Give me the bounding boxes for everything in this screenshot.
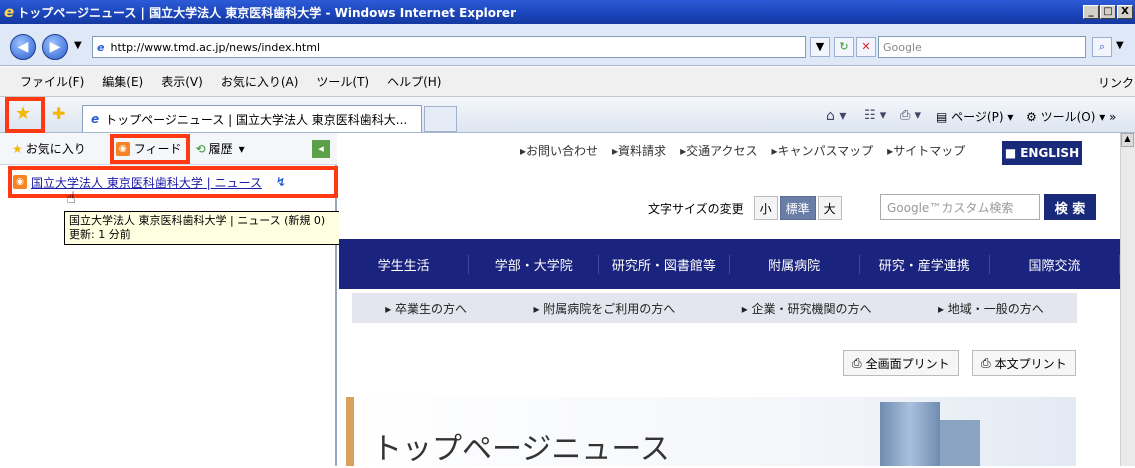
page-menu[interactable]: ▤ ページ(P) ▾ [936, 108, 1013, 125]
ie-logo-icon: e [4, 3, 15, 21]
history-dropdown-arrow-icon[interactable]: ▾ [239, 142, 245, 156]
tab-history[interactable]: 履歴 [209, 140, 233, 157]
subnav-hospital-users[interactable]: ▸ 附属病院をご利用の方へ [533, 300, 675, 317]
tab-favorites[interactable]: お気に入り [26, 140, 86, 157]
home-icon[interactable]: ⌂ ▾ [826, 108, 846, 124]
feeds-tab-highlight [110, 134, 190, 164]
link-contact[interactable]: ▸お問い合わせ [520, 142, 598, 159]
nav-student-life[interactable]: 学生生活 [339, 254, 470, 274]
tab-title: トップページニュース | 国立大学法人 東京医科歯科大... [105, 112, 408, 127]
add-favorites-icon[interactable]: ✚ [52, 104, 65, 123]
nav-research[interactable]: 研究・産学連携 [860, 254, 990, 274]
site-search-button[interactable]: 検 索 [1044, 194, 1096, 220]
link-request[interactable]: ▸資料請求 [612, 142, 666, 159]
page-icon: e [97, 40, 105, 54]
forward-button[interactable]: ▶ [42, 34, 68, 60]
site-search-placeholder: Google™カスタム検索 [887, 200, 1014, 215]
tooltip-line-1: 国立大学法人 東京医科歯科大学 | ニュース (新規 0) [69, 214, 326, 227]
tools-menu-label: ツール(O) [1040, 110, 1096, 124]
mouse-pointer-icon: ☝ [66, 188, 76, 207]
print-full-button[interactable]: ⎙ 全画面プリント [843, 350, 959, 376]
tools-menu[interactable]: ⚙ ツール(O) ▾ » [1026, 108, 1116, 125]
building-image-2 [940, 420, 980, 466]
window-titlebar: e トップページニュース | 国立大学法人 東京医科歯科大学 - Windows… [0, 0, 1135, 24]
nav-institutes[interactable]: 研究所・図書館等 [599, 254, 730, 274]
maximize-button[interactable]: □ [1100, 5, 1116, 19]
search-icon[interactable]: ⌕ [1092, 37, 1112, 57]
menu-edit[interactable]: 編集(E) [102, 73, 143, 90]
window-title: トップページニュース | 国立大学法人 東京医科歯科大学 - Windows I… [17, 5, 516, 20]
feeds-icon[interactable]: ☷ ▾ [864, 108, 886, 123]
menu-favorites[interactable]: お気に入り(A) [221, 73, 299, 90]
printer-icon: ⎙ [852, 355, 862, 370]
feed-tooltip: 国立大学法人 東京医科歯科大学 | ニュース (新規 0) 更新: 1 分前 [64, 211, 376, 245]
new-tab-button[interactable] [424, 106, 457, 132]
tab-page-icon: e [91, 112, 100, 126]
page-menu-icon: ▤ [936, 110, 952, 124]
hero-title: トップページニュース [372, 432, 670, 467]
nav-hospital[interactable]: 附属病院 [730, 254, 860, 274]
print-full-label: 全画面プリント [865, 356, 950, 371]
subnav-community[interactable]: ▸ 地域・一般の方へ [938, 300, 1044, 317]
vertical-scrollbar[interactable]: ▲ [1120, 133, 1135, 466]
search-placeholder: Google [883, 40, 922, 54]
english-square-icon: ■ [1004, 146, 1017, 160]
scroll-up-icon[interactable]: ▲ [1121, 133, 1134, 147]
tooltip-line-2: 更新: 1 分前 [69, 228, 131, 241]
main-navigation: 学生生活 学部・大学院 研究所・図書館等 附属病院 研究・産学連携 国際交流 [339, 239, 1121, 289]
favorites-star-icon[interactable]: ★ [15, 103, 31, 124]
search-options-icon[interactable]: ▼ [1116, 40, 1124, 51]
english-label: ENGLISH [1020, 146, 1080, 160]
close-window-button[interactable]: X [1117, 5, 1133, 19]
search-input[interactable]: Google [878, 36, 1086, 58]
site-search-input[interactable]: Google™カスタム検索 [880, 194, 1040, 220]
tab-active[interactable]: e トップページニュース | 国立大学法人 東京医科歯科大... [82, 105, 422, 132]
print-body-label: 本文プリント [994, 356, 1067, 371]
address-url: http://www.tmd.ac.jp/news/index.html [110, 40, 321, 54]
font-size-large[interactable]: 大 [817, 196, 842, 220]
menu-view[interactable]: 表示(V) [161, 73, 203, 90]
subnav-companies[interactable]: ▸ 企業・研究機関の方へ [742, 300, 872, 317]
font-size-small[interactable]: 小 [753, 196, 778, 220]
nav-international[interactable]: 国際交流 [990, 254, 1121, 274]
menu-bar: ファイル(F) 編集(E) 表示(V) お気に入り(A) ツール(T) ヘルプ(… [0, 67, 1135, 97]
link-access[interactable]: ▸交通アクセス [680, 142, 757, 159]
site-top-links: ▸お問い合わせ ▸資料請求 ▸交通アクセス ▸キャンパスマップ ▸サイトマップ [520, 142, 965, 159]
address-dropdown-icon[interactable]: ▼ [810, 37, 830, 57]
tools-gear-icon: ⚙ [1026, 110, 1041, 124]
refresh-icon[interactable]: ↻ [834, 37, 854, 57]
minimize-button[interactable]: _ [1083, 5, 1099, 19]
menu-tools[interactable]: ツール(T) [316, 73, 369, 90]
links-label[interactable]: リンク [1098, 74, 1134, 91]
history-tab-icon: ⟲ [195, 141, 206, 156]
menu-help[interactable]: ヘルプ(H) [387, 73, 441, 90]
link-sitemap[interactable]: ▸サイトマップ [887, 142, 965, 159]
menu-file[interactable]: ファイル(F) [20, 73, 84, 90]
building-image [880, 402, 940, 466]
link-campus-map[interactable]: ▸キャンパスマップ [772, 142, 874, 159]
subnav-alumni[interactable]: ▸ 卒業生の方へ [385, 300, 467, 317]
back-button[interactable]: ◀ [10, 34, 36, 60]
favorites-tab-icon: ★ [12, 141, 23, 156]
font-size-label: 文字サイズの変更 [648, 201, 744, 216]
print-icon[interactable]: ⎙ ▾ [900, 108, 921, 123]
address-input[interactable]: e http://www.tmd.ac.jp/news/index.html [92, 36, 806, 58]
stop-icon[interactable]: ✕ [856, 37, 876, 57]
nav-faculties[interactable]: 学部・大学院 [469, 254, 600, 274]
sub-navigation: ▸ 卒業生の方へ ▸ 附属病院をご利用の方へ ▸ 企業・研究機関の方へ ▸ 地域… [352, 293, 1077, 323]
page-menu-label: ページ(P) [951, 110, 1004, 124]
pin-panel-icon[interactable]: ◂ [312, 140, 330, 158]
feed-item-highlight [8, 166, 338, 198]
font-size-standard[interactable]: 標準 [779, 196, 816, 220]
printer-icon-2: ⎙ [981, 355, 991, 370]
english-button[interactable]: ■ ENGLISH [1002, 141, 1082, 165]
font-size-control: 文字サイズの変更 小 標準 大 [648, 196, 842, 220]
print-body-button[interactable]: ⎙ 本文プリント [972, 350, 1076, 376]
history-dropdown-icon[interactable]: ▼ [74, 40, 82, 51]
